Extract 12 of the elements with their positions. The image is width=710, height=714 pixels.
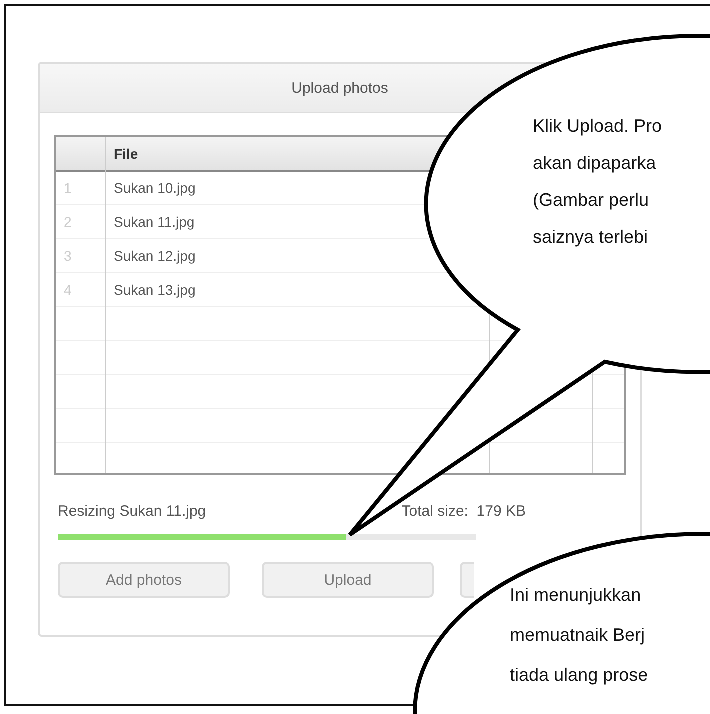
status-text: Resizing Sukan 11.jpg	[58, 503, 206, 520]
file-name: Sukan 11.jpg	[113, 213, 196, 232]
column-header: File	[113, 145, 140, 164]
dialog-button[interactable]	[460, 562, 474, 598]
file-name: Sukan 12.jpg	[113, 247, 197, 266]
total-size: Total size: 179 KB	[402, 503, 526, 520]
dialog-button[interactable]: Upload	[262, 562, 434, 598]
dialog-button[interactable]: Add photos	[58, 562, 230, 598]
callout-text: Ini menunjukkan memuatnaik Berj tiada ulang prose	[510, 584, 648, 687]
file-name: Sukan 13.jpg	[113, 281, 197, 300]
file-name: Sukan 10.jpg	[113, 179, 197, 198]
callout-text: Klik Upload. Pro akan dipaparka (Gambar perlu saiznya terlebi	[533, 115, 662, 249]
